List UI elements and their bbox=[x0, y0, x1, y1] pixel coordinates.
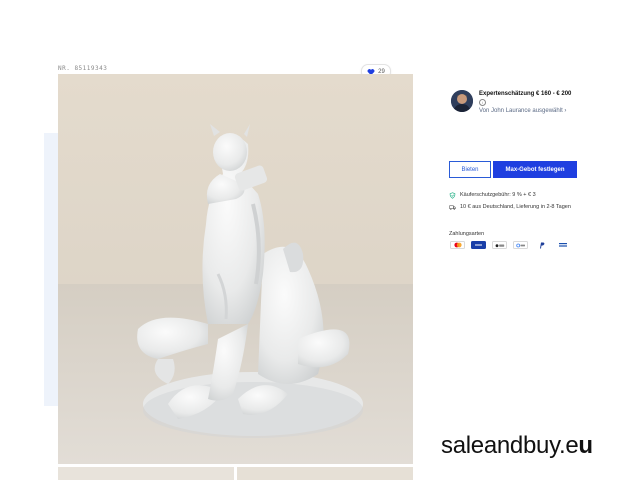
watermark-suffix: u bbox=[578, 432, 593, 459]
main-product-image[interactable] bbox=[58, 74, 413, 464]
expert-avatar bbox=[451, 90, 473, 112]
info-icon[interactable]: i bbox=[479, 98, 486, 106]
lot-number: NR. 85119343 bbox=[58, 65, 108, 72]
side-strip bbox=[44, 133, 58, 406]
thumbnail-1[interactable] bbox=[58, 467, 234, 480]
shield-icon bbox=[449, 192, 456, 199]
google-pay-icon bbox=[513, 241, 528, 249]
bid-actions: Bieten Max-Gebot festlegen bbox=[449, 161, 577, 178]
thumbnail-2[interactable] bbox=[237, 467, 413, 480]
buyer-protection: Käuferschutzgebühr: 9 % + € 3 bbox=[449, 192, 536, 199]
truck-icon bbox=[449, 205, 456, 210]
watermark-text: saleandbuy.e bbox=[441, 432, 579, 459]
shipping-text: 10 € aus Deutschland, Lieferung in 2-8 T… bbox=[460, 204, 571, 210]
shipping-info: 10 € aus Deutschland, Lieferung in 2-8 T… bbox=[449, 204, 579, 211]
buyer-protection-text: Käuferschutzgebühr: 9 % + € 3 bbox=[460, 192, 536, 198]
payment-methods bbox=[450, 241, 570, 249]
bank-transfer-icon bbox=[555, 241, 570, 249]
apple-pay-icon bbox=[492, 241, 507, 249]
mastercard-icon bbox=[450, 241, 465, 249]
expert-estimate-text: Expertenschätzung € 160 - € 200 bbox=[479, 91, 572, 97]
max-bid-button[interactable]: Max-Gebot festlegen bbox=[493, 161, 577, 178]
expert-link[interactable]: Von John Laurance ausgewählt › bbox=[479, 107, 589, 116]
expert-estimate: Expertenschätzung € 160 - € 200 i Von Jo… bbox=[451, 90, 589, 116]
visa-icon bbox=[471, 241, 486, 249]
watermark: saleandbuy.eu bbox=[441, 432, 593, 460]
paypal-icon bbox=[534, 241, 549, 249]
payment-title: Zahlungsarten bbox=[449, 231, 485, 237]
bid-button[interactable]: Bieten bbox=[449, 161, 491, 178]
